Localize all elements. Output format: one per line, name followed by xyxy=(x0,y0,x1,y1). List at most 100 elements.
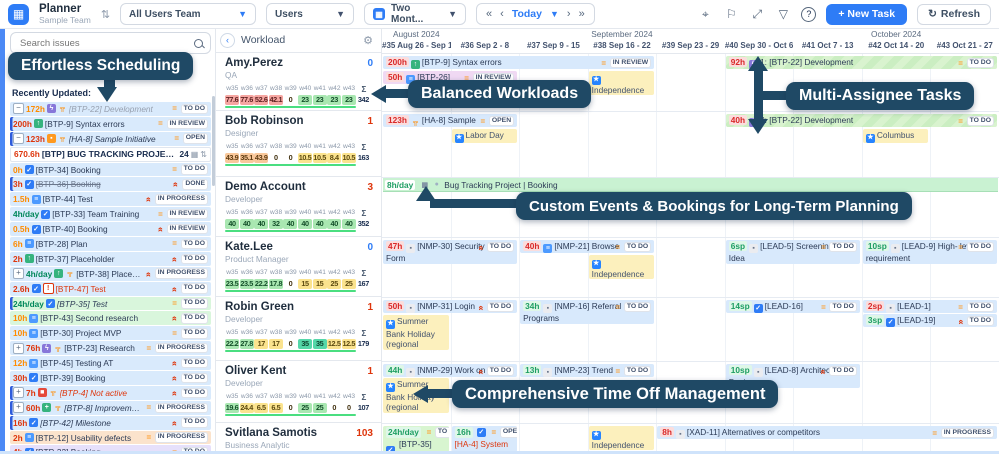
filter-icon[interactable]: ▽ xyxy=(775,7,791,21)
view-dropdown[interactable]: Users ▼ xyxy=(266,3,354,25)
week-label[interactable]: #41 Oct 7 - 13 xyxy=(793,40,862,53)
expand-icon[interactable]: + xyxy=(13,387,24,398)
holiday-event[interactable]: ★Columbus Day xyxy=(863,129,929,143)
issue-row[interactable]: −123h▪╦[HA-8] Sample Initiative=OPEN xyxy=(10,132,211,146)
workload-user-row[interactable]: Oliver KentDeveloper1w35w36w37w38w39w40w… xyxy=(216,361,381,423)
issue-row[interactable]: 30h✓[BTP-39] Booking«TO DO xyxy=(10,371,211,385)
week-label[interactable]: #43 Oct 21 - 27 xyxy=(931,40,999,53)
scan-icon[interactable]: ⌖ xyxy=(697,7,713,22)
issue-row[interactable]: 2.6h✓![BTP-47] Test«TO DO xyxy=(10,282,211,296)
workload-user-row[interactable]: Svitlana SamotisBusiness Analytic103 xyxy=(216,423,381,454)
sort-icon[interactable]: ⇅ xyxy=(200,150,207,159)
task-bar-meta: =IN REVIEW xyxy=(600,58,652,69)
status-badge: TO DO xyxy=(829,366,856,377)
week-header: w36 xyxy=(240,329,255,338)
issue-row[interactable]: 10h≡[BTP-30] Project MVP=TO DO xyxy=(10,326,211,340)
issue-row[interactable]: 4h/day✓[BTP-33] Team Training=IN REVIEW xyxy=(10,207,211,221)
week-label[interactable]: #42 Oct 14 - 20 xyxy=(862,40,931,53)
task-bar[interactable]: =TO DO14sp✓[LEAD-16] Booking xyxy=(726,300,860,313)
week-label[interactable]: #39 Sep 23 - 29 xyxy=(656,40,725,53)
hours-badge: 8h xyxy=(660,427,674,437)
issue-row[interactable]: 10h≡[BTP-43] Second research«TO DO xyxy=(10,311,211,325)
week-label[interactable]: #35 Aug 26 - Sep 1 xyxy=(382,40,451,53)
task-bar[interactable]: =TO DO6sp▪[LEAD-5] Screening The Idea xyxy=(726,240,860,264)
task-bar[interactable]: 24h/day=TO DO✓[BTP-35] Test xyxy=(383,426,449,452)
issue-summary: [BTP-9] Syntax errors xyxy=(45,119,155,129)
workload-user-row[interactable]: Amy.PerezQA0w35w36w37w38w39w40w41w42w43Σ… xyxy=(216,53,381,111)
task-bar[interactable]: =TO DO34h▪[NMP-16] Referral Programs xyxy=(520,300,654,324)
refresh-button[interactable]: ↻Refresh xyxy=(917,4,991,25)
issue-row[interactable]: −172hϟ╦[BTP-22] Development=TO DO xyxy=(10,102,211,116)
holiday-event[interactable]: ★Independence Day xyxy=(589,255,655,279)
expand-icon[interactable]: + xyxy=(13,402,24,413)
holiday-event[interactable]: ★Independence Day xyxy=(589,71,655,95)
task-bar[interactable]: 16h✓=OPEN[HA-4] System Improvement xyxy=(452,426,518,452)
priority-highest-icon: « xyxy=(170,359,180,367)
jump-back-button[interactable]: « xyxy=(486,8,492,20)
issue-row[interactable]: 16h✓[BTP-42] Milestone«TO DO xyxy=(10,416,211,430)
collapse-icon[interactable]: − xyxy=(13,133,24,144)
workload-user-row[interactable]: Kate.LeeProduct Manager0w35w36w37w38w39w… xyxy=(216,237,381,297)
collapse-icon[interactable]: − xyxy=(13,103,24,114)
range-dropdown[interactable]: ▦ Two Mont... ▼ xyxy=(364,3,466,25)
sub-gray-icon: ▪ xyxy=(886,304,895,313)
task-bar[interactable]: =TO DO13h▪[NMP-23] Trend View xyxy=(520,364,654,377)
workload-user-row[interactable]: Robin GreenDeveloper1w35w36w37w38w39w40w… xyxy=(216,297,381,361)
issue-summary: [BTP-30] Project MVP xyxy=(40,328,168,338)
task-bar[interactable]: «TO DO47h▪[NMP-30] Security Form xyxy=(383,240,517,264)
workload-user-row[interactable]: Bob RobinsonDesigner1w35w36w37w38w39w40w… xyxy=(216,111,381,177)
expand-icon[interactable]: + xyxy=(13,343,24,354)
task-bar[interactable]: «TO DO50h▪[NMP-31] Login Page xyxy=(383,300,517,313)
week-label[interactable]: #36 Sep 2 - 8 xyxy=(451,40,520,53)
new-task-button[interactable]: + New Task xyxy=(826,4,907,25)
issue-row[interactable]: 3h✓[BTP-36] Booking«DONE xyxy=(10,177,211,191)
next-button[interactable]: › xyxy=(567,8,571,20)
workload-user-row[interactable]: Demo AccountDeveloper3w35w36w37w38w39w40… xyxy=(216,177,381,237)
flag-icon[interactable]: ⚐ xyxy=(723,7,739,21)
today-chevron-icon[interactable]: ▼ xyxy=(550,9,559,19)
calendar-icon[interactable]: ▦ xyxy=(191,150,199,159)
booking-band[interactable]: 8h/day▦●Bug Tracking Project | Booking xyxy=(383,178,998,192)
issue-row[interactable]: 2h≡[BTP-12] Usability defects=IN PROGRES… xyxy=(10,431,211,445)
holiday-event[interactable]: ★Labor Day xyxy=(452,129,518,143)
week-label[interactable]: #37 Sep 9 - 15 xyxy=(519,40,588,53)
search-icon[interactable] xyxy=(194,39,203,48)
issue-row[interactable]: 0.5h✓[BTP-40] Booking«IN REVIEW xyxy=(10,222,211,236)
team-switcher-icon[interactable]: ⇅ xyxy=(101,8,110,21)
task-bar[interactable]: =IN PROGRESS8h▪[XAD-11] Alternatives or … xyxy=(657,426,997,439)
issue-row[interactable]: 2h↑[BTP-37] Placeholder«TO DO xyxy=(10,252,211,266)
issue-row[interactable]: +60h+╦[BTP-8] Improvement=IN PROGRESS xyxy=(10,401,211,415)
task-bar[interactable]: «TO DO44h▪[NMP-29] Work on UI xyxy=(383,364,517,377)
holiday-event[interactable]: ★Independence Day xyxy=(589,426,655,450)
issue-row[interactable]: 0h✓[BTP-34] Booking=TO DO xyxy=(10,163,211,177)
collapse-panel-icon[interactable]: ‹ xyxy=(220,33,235,48)
task-bar[interactable]: =TO DO40h≡[NMP-21] Browse role xyxy=(520,240,654,253)
team-dropdown[interactable]: All Users Team ▼ xyxy=(120,3,256,25)
project-row[interactable]: 670.6h[BTP] BUG TRACKING PROJECT24▦⇅ xyxy=(10,147,211,162)
issue-row[interactable]: 24h/day✓[BTP-35] Test=TO DO xyxy=(10,297,211,311)
issue-row[interactable]: +76hϟ╦[BTP-23] Research=IN PROGRESS xyxy=(10,341,211,355)
search-input[interactable] xyxy=(18,37,194,50)
holiday-event[interactable]: ★Summer Bank Holiday (regional holiday) xyxy=(383,315,449,350)
task-bar[interactable]: =TO DO10sp▪[LEAD-9] High- level requirem… xyxy=(863,240,997,264)
today-button[interactable]: Today xyxy=(512,8,542,20)
week-label[interactable]: #40 Sep 30 - Oct 6 xyxy=(725,40,794,53)
issue-row[interactable]: 1.5h≡[BTP-44] Test«IN PROGRESS xyxy=(10,192,211,206)
help-icon[interactable]: ? xyxy=(801,7,816,22)
issue-row[interactable]: 200h↑[BTP-9] Syntax errors=IN REVIEW xyxy=(10,117,211,131)
jump-forward-button[interactable]: » xyxy=(579,8,585,20)
task-bar[interactable]: =TO DO2sp▪[LEAD-1] Design xyxy=(863,300,997,313)
fullscreen-icon[interactable]: ⤢ xyxy=(749,7,765,22)
expand-icon[interactable]: + xyxy=(13,268,24,279)
issue-row[interactable]: 6h≡[BTP-28] Plan=TO DO xyxy=(10,237,211,251)
issue-row[interactable]: +4h/day↑╦[BTP-38] Placeholder«IN PROGRES… xyxy=(10,267,211,281)
hours-estimate: 30h xyxy=(13,373,27,383)
week-label[interactable]: #38 Sep 16 - 22 xyxy=(588,40,657,53)
issue-row[interactable]: 12h≡[BTP-45] Testing AT«TO DO xyxy=(10,356,211,370)
task-bar[interactable]: =IN REVIEW200h↑[BTP-9] Syntax errors xyxy=(383,56,654,69)
prev-button[interactable]: ‹ xyxy=(500,8,504,20)
task-bar[interactable]: =OPEN123h╦[HA-8] Sample Initiative xyxy=(383,114,517,127)
gear-icon[interactable]: ⚙ xyxy=(363,34,373,47)
task-bar[interactable]: «TO DO3sp✓[LEAD-19] Placeholder xyxy=(863,314,997,327)
issue-row[interactable]: +7h■╦[BTP-4] Not active«TO DO xyxy=(10,386,211,400)
